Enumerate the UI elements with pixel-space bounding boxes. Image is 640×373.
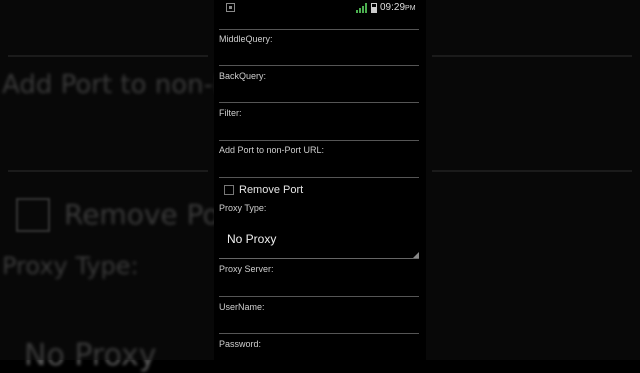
- proxy-type-value: No Proxy: [227, 232, 277, 246]
- add-port-input[interactable]: [219, 159, 419, 173]
- phone-screen: 09:29PM MiddleQuery: BackQuery: Filter: …: [214, 0, 426, 360]
- status-bar: 09:29PM: [214, 0, 426, 17]
- remove-port-checkbox[interactable]: [224, 185, 234, 195]
- middlequery-input[interactable]: [219, 48, 419, 62]
- add-port-label: Add Port to non-Port URL:: [219, 145, 325, 155]
- backquery-input[interactable]: [219, 85, 419, 99]
- username-underline: [219, 333, 419, 334]
- proxy-type-label: Proxy Type:: [219, 203, 267, 213]
- screenshot-icon: [226, 3, 235, 12]
- username-input[interactable]: [219, 316, 419, 330]
- shade-right: [426, 0, 640, 360]
- clock-ampm: PM: [405, 5, 416, 12]
- battery-icon: [371, 3, 377, 13]
- spinner-underline: [219, 258, 419, 259]
- add-port-underline: [219, 177, 419, 178]
- remove-port-label[interactable]: Remove Port: [239, 184, 303, 196]
- dropdown-arrow-icon: [413, 252, 419, 258]
- signal-icon: [356, 3, 368, 13]
- divider: [219, 29, 419, 30]
- backquery-label: BackQuery:: [219, 71, 267, 81]
- proxy-server-underline: [219, 296, 419, 297]
- backquery-underline: [219, 102, 419, 103]
- middlequery-label: MiddleQuery:: [219, 34, 273, 44]
- clock: 09:29PM: [380, 2, 416, 13]
- shade-left: [0, 0, 214, 360]
- username-label: UserName:: [219, 302, 265, 312]
- password-label: Password:: [219, 339, 262, 349]
- proxy-type-spinner[interactable]: No Proxy: [219, 224, 419, 259]
- filter-input[interactable]: [219, 122, 419, 136]
- middlequery-underline: [219, 65, 419, 66]
- filter-label: Filter:: [219, 108, 242, 118]
- clock-time: 09:29: [380, 2, 406, 13]
- proxy-server-input[interactable]: [219, 278, 419, 292]
- proxy-server-label: Proxy Server:: [219, 264, 274, 274]
- filter-underline: [219, 140, 419, 141]
